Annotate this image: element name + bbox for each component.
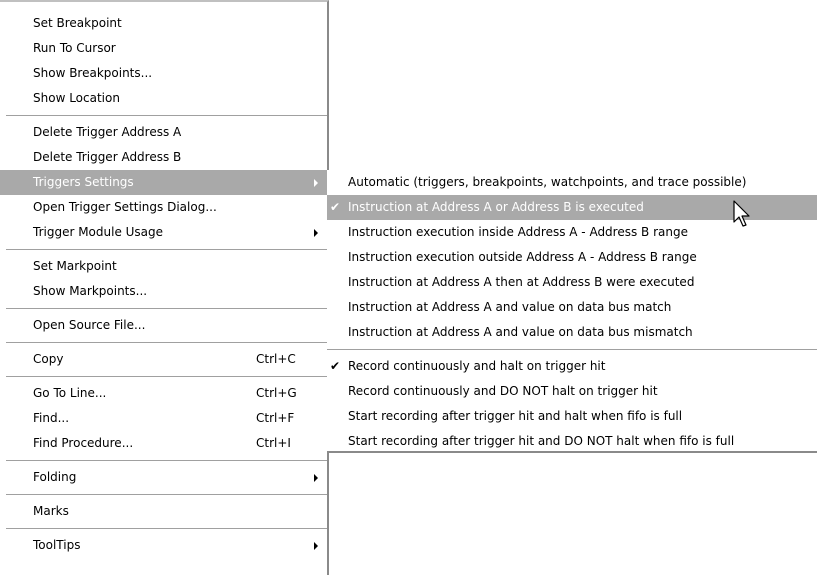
submenu-item-start-halt-full[interactable]: Start recording after trigger hit and ha… [327, 404, 817, 429]
submenu-item-outside-range[interactable]: Instruction execution outside Address A … [327, 245, 817, 270]
menu-item-shortcut: Ctrl+F [256, 411, 295, 425]
menu-separator [6, 308, 327, 309]
menu-item-label: Triggers Settings [33, 175, 134, 189]
menu-separator [6, 528, 327, 529]
menu-item-label: Go To Line... [33, 386, 107, 400]
menu-item-show-markpoints[interactable]: Show Markpoints... [0, 279, 327, 304]
menu-item-label: Instruction at Address A and value on da… [348, 300, 672, 314]
menu-separator [6, 342, 327, 343]
menu-item-marks[interactable]: Marks [0, 499, 327, 524]
menu-item-label: Show Location [33, 91, 120, 105]
submenu-arrow-icon [314, 474, 318, 482]
menu-item-label: Record continuously and DO NOT halt on t… [348, 384, 658, 398]
menu-separator [6, 460, 327, 461]
menu-item-label: Marks [33, 504, 69, 518]
submenu-item-data-bus-mismatch[interactable]: Instruction at Address A and value on da… [327, 320, 817, 345]
menu-separator [327, 349, 817, 350]
submenu-item-automatic[interactable]: Automatic (triggers, breakpoints, watchp… [327, 170, 817, 195]
menu-item-label: Find Procedure... [33, 436, 134, 450]
menu-item-label: Instruction at Address A and value on da… [348, 325, 693, 339]
menu-item-set-breakpoint[interactable]: Set Breakpoint [0, 11, 327, 36]
menu-item-label: Set Breakpoint [33, 16, 122, 30]
menu-item-shortcut: Ctrl+C [256, 352, 296, 366]
menu-item-show-location[interactable]: Show Location [0, 86, 327, 111]
menu-separator [6, 249, 327, 250]
menu-item-open-source-file[interactable]: Open Source File... [0, 313, 327, 338]
menu-item-tooltips[interactable]: ToolTips [0, 533, 327, 558]
menu-item-open-trigger-settings-dialog[interactable]: Open Trigger Settings Dialog... [0, 195, 327, 220]
menu-item-label: Find... [33, 411, 70, 425]
menu-item-shortcut: Ctrl+G [256, 386, 297, 400]
menu-item-run-to-cursor[interactable]: Run To Cursor [0, 36, 327, 61]
menu-item-label: Instruction execution inside Address A -… [348, 225, 688, 239]
menu-item-label: Instruction at Address A or Address B is… [348, 200, 644, 214]
menu-item-label: Instruction at Address A then at Address… [348, 275, 695, 289]
menu-item-folding[interactable]: Folding [0, 465, 327, 490]
menu-item-label: Automatic (triggers, breakpoints, watchp… [348, 175, 747, 189]
menu-item-label: Show Markpoints... [33, 284, 148, 298]
submenu-item-start-no-halt-full[interactable]: Start recording after trigger hit and DO… [327, 429, 817, 454]
menu-item-copy[interactable]: Copy Ctrl+C [0, 347, 327, 372]
menu-item-show-breakpoints[interactable]: Show Breakpoints... [0, 61, 327, 86]
menu-item-label: Folding [33, 470, 77, 484]
menu-separator [6, 115, 327, 116]
menu-separator [6, 494, 327, 495]
menu-item-label: Open Source File... [33, 318, 146, 332]
menu-item-delete-trigger-b[interactable]: Delete Trigger Address B [0, 145, 327, 170]
menu-item-label: Start recording after trigger hit and ha… [348, 409, 683, 423]
submenu-item-record-no-halt[interactable]: Record continuously and DO NOT halt on t… [327, 379, 817, 404]
submenu-arrow-icon [314, 229, 318, 237]
menu-item-shortcut: Ctrl+I [256, 436, 291, 450]
submenu-item-a-then-b[interactable]: Instruction at Address A then at Address… [327, 270, 817, 295]
menu-item-label: Delete Trigger Address A [33, 125, 182, 139]
menu-item-find-procedure[interactable]: Find Procedure... Ctrl+I [0, 431, 327, 456]
menu-item-label: Run To Cursor [33, 41, 116, 55]
submenu-arrow-icon [314, 542, 318, 550]
menu-item-trigger-module-usage[interactable]: Trigger Module Usage [0, 220, 327, 245]
submenu-arrow-icon [314, 179, 318, 187]
submenu-item-data-bus-match[interactable]: Instruction at Address A and value on da… [327, 295, 817, 320]
menu-item-delete-trigger-a[interactable]: Delete Trigger Address A [0, 120, 327, 145]
menu-item-find[interactable]: Find... Ctrl+F [0, 406, 327, 431]
menu-separator [6, 376, 327, 377]
menu-item-triggers-settings[interactable]: Triggers Settings [0, 170, 327, 195]
menu-item-label: Instruction execution outside Address A … [348, 250, 697, 264]
context-menu: Set Breakpoint Run To Cursor Show Breakp… [0, 0, 329, 575]
menu-item-label: Start recording after trigger hit and DO… [348, 434, 735, 448]
menu-item-label: Open Trigger Settings Dialog... [33, 200, 217, 214]
menu-item-label: Record continuously and halt on trigger … [348, 359, 606, 373]
menu-item-set-markpoint[interactable]: Set Markpoint [0, 254, 327, 279]
checkmark-icon: ✔ [330, 359, 341, 373]
menu-item-label: Trigger Module Usage [33, 225, 164, 239]
submenu-item-record-halt[interactable]: ✔ Record continuously and halt on trigger… [327, 354, 817, 379]
menu-item-label: Show Breakpoints... [33, 66, 153, 80]
checkmark-icon: ✔ [330, 200, 341, 214]
menu-item-go-to-line[interactable]: Go To Line... Ctrl+G [0, 381, 327, 406]
menu-item-label: Set Markpoint [33, 259, 117, 273]
menu-item-label: ToolTips [33, 538, 81, 552]
mouse-pointer-icon [733, 200, 750, 227]
menu-item-label: Copy [33, 352, 64, 366]
menu-item-label: Delete Trigger Address B [33, 150, 182, 164]
